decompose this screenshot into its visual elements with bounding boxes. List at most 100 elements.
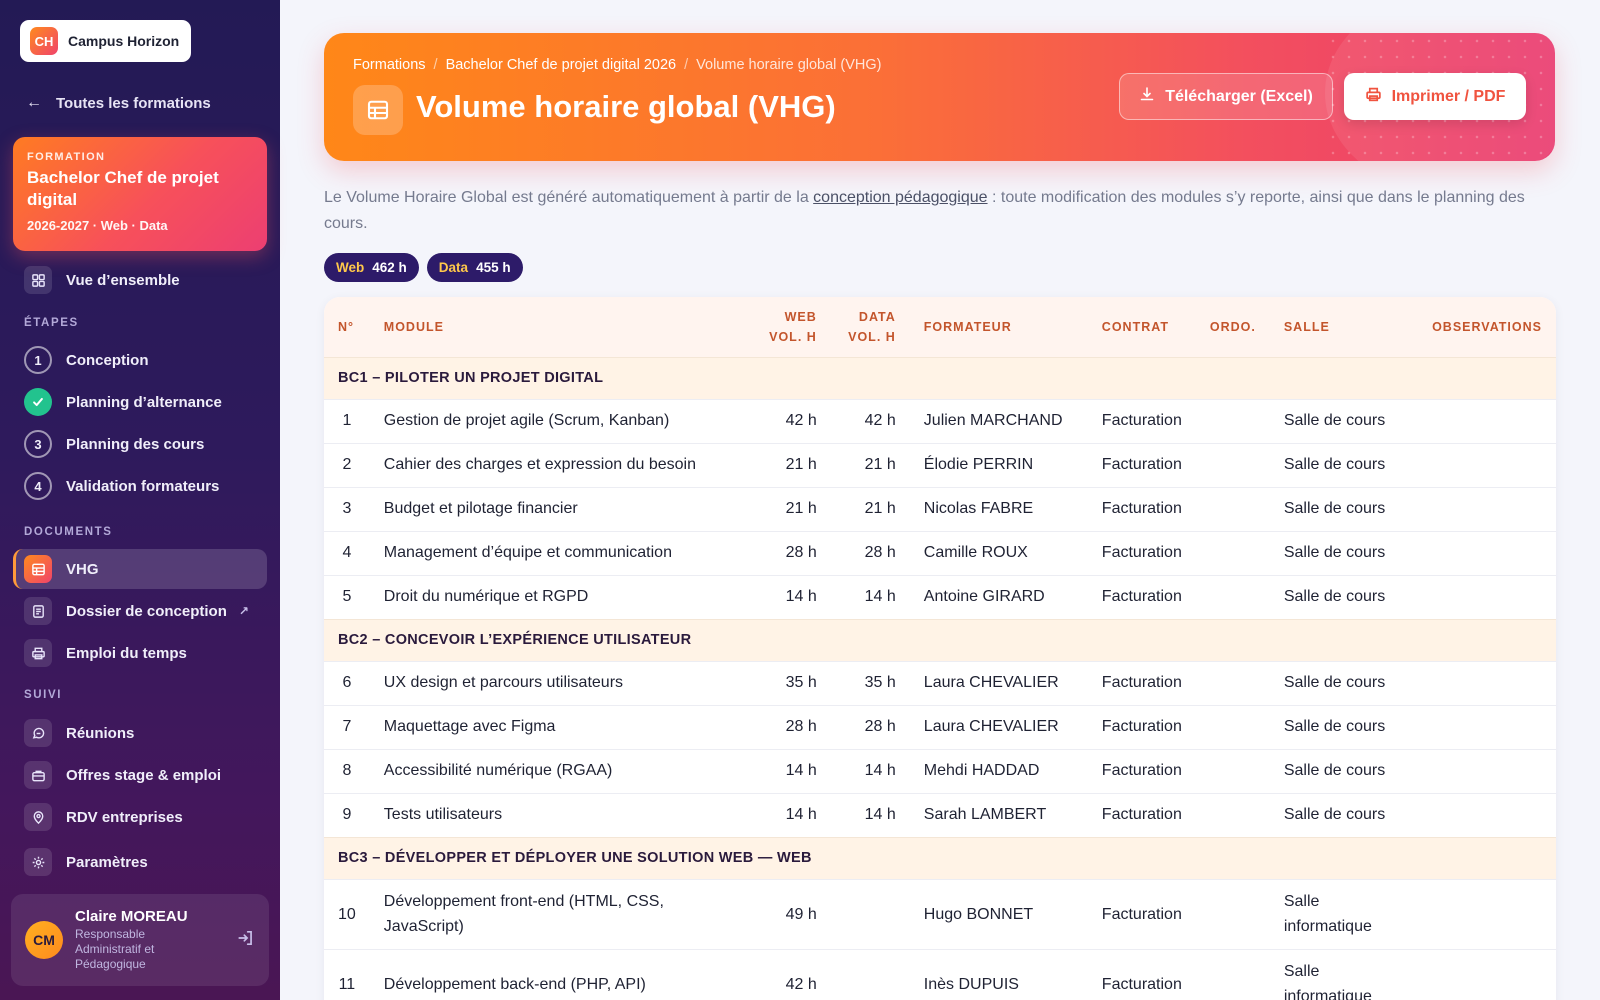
cell-observations [1411,878,1556,949]
check-icon [24,388,52,416]
printer-icon [1365,86,1382,108]
sidebar-item-parametres[interactable]: Paramètres [24,848,148,876]
cell-module: Cahier des charges et expression du beso… [369,442,752,487]
cell-contrat: Facturation [1087,442,1196,487]
formation-card[interactable]: FORMATION Bachelor Chef de projet digita… [13,137,267,251]
cell-formateur: Élodie PERRIN [909,442,1088,487]
cell-num: 2 [324,442,370,487]
sidebar-item-label: Planning des cours [66,435,205,453]
sidebar-item-emploi-du-temps[interactable]: Emploi du temps [24,639,187,667]
sidebar-item-offres-stage-emploi[interactable]: Offres stage & emploi [24,761,221,789]
sidebar-item-dossier-conception[interactable]: Dossier de conception ↗ [24,597,249,625]
table-header-row: N° MODULE WEB VOL. H DATA VOL. H FORMATEUR… [324,297,1556,357]
cell-web-hours: 14 h [751,574,831,619]
sidebar-item-rdv-entreprises[interactable]: RDV entreprises [24,803,183,831]
sidebar-item-planning-cours[interactable]: 3 Planning des cours [24,430,204,458]
cell-contrat: Facturation [1087,948,1196,1000]
back-to-formations-link[interactable]: ← Toutes les formations [26,94,211,112]
cell-data-hours: 21 h [830,442,910,487]
table-body: BC1 – PILOTER UN PROJET DIGITAL 1 Gestion … [324,356,1556,1000]
cell-data-hours: 35 h [830,660,910,705]
cell-web-hours: 42 h [751,948,831,1000]
conception-pedagogique-link[interactable]: conception pédagogique [813,189,987,206]
table-row[interactable]: 6 UX design et parcours utilisateurs 35 h3… [324,660,1556,705]
sidebar-item-label: Validation formateurs [66,477,220,495]
table-row[interactable]: 3 Budget et pilotage financier 21 h 21 h Nic… [324,486,1556,531]
breadcrumb-bachelor[interactable]: Bachelor Chef de projet digital 2026 [446,57,677,73]
cell-observations [1411,792,1556,837]
arrow-left-icon: ← [26,94,42,111]
grid-icon [24,266,52,294]
table-row[interactable]: 9 Tests utilisateurs 14 h 14 h Sarah LAMBERT… [324,792,1556,837]
cell-salle: Salle de cours [1269,530,1412,575]
table-row[interactable]: 5 Droit du numérique et RGPD 14 h 14 h Antoi… [324,574,1556,619]
page-title: Volume horaire global (VHG) [416,89,836,124]
col-header-observations: OBSERVATIONS [1432,319,1542,334]
group-title: BC2 – CONCEVOIR L’EXPÉRIENCE UTILISATEUR [324,618,1556,661]
logout-icon[interactable] [237,929,255,952]
total-badge-web: Web 462 h [324,253,419,282]
cell-web-hours: 28 h [751,530,831,575]
cell-formateur: Inès DUPUIS [909,948,1088,1000]
cell-ordo [1195,398,1270,443]
sidebar-item-validation-formateurs[interactable]: 4 Validation formateurs [24,472,219,500]
cell-formateur: Laura CHEVALIER [909,704,1088,749]
table-icon [24,555,52,583]
section-label-steps: ÉTAPES [24,317,79,329]
table-row[interactable]: 2 Cahier des charges et expression du bes… [324,442,1556,487]
totals-pills: Web 462 h Data 455 h [324,253,523,282]
cell-observations [1411,704,1556,749]
breadcrumb: Formations / Bachelor Chef de projet dig… [353,57,882,73]
cell-web-hours: 14 h [751,792,831,837]
col-header-data: DATA VOL. H [831,297,910,357]
cell-ordo [1195,748,1270,793]
cell-num: 7 [324,704,370,749]
printer-icon [24,639,52,667]
briefcase-icon [24,761,52,789]
cell-contrat: Facturation [1087,792,1196,837]
group-row: BC2 – CONCEVOIR L’EXPÉRIENCE UTILISATEUR [324,618,1556,661]
sidebar-item-planning-alternance[interactable]: Planning d’alternance [24,388,222,416]
external-link-icon: ↗ [238,604,249,618]
table-row[interactable]: 10 Développement front-end (HTML, CSS, Ja… [324,878,1556,949]
cell-module: Gestion de projet agile (Scrum, Kanban) [369,398,752,443]
brand-logo[interactable]: CH Campus Horizon [20,20,191,62]
user-profile-card[interactable]: CM Claire MOREAU Responsable Administrat… [11,894,269,986]
cell-module: Développement front-end (HTML, CSS, Java… [369,878,752,949]
sidebar-item-overview[interactable]: Vue d’ensemble [24,266,180,294]
table-row[interactable]: 1 Gestion de projet agile (Scrum, Kanban)… [324,398,1556,443]
gear-icon [24,848,52,876]
sidebar-item-conception[interactable]: 1 Conception [24,346,149,374]
intro-text-before: Le Volume Horaire Global est généré auto… [324,189,814,206]
location-pin-icon [24,803,52,831]
group-title: BC3 – DÉVELOPPER ET DÉPLOYER UNE SOLUTIO… [324,836,1556,879]
sidebar-item-vhg[interactable]: VHG [24,555,99,583]
col-header-web-line1: WEB [784,309,817,324]
cell-salle: Salle de cours [1269,748,1412,793]
sidebar-item-label: Dossier de conception [66,602,227,620]
cell-ordo [1195,704,1270,749]
table-row[interactable]: 7 Maquettage avec Figma 28 h 28 h Laura CHEV… [324,704,1556,749]
cell-module: Budget et pilotage financier [369,486,752,531]
cell-contrat: Facturation [1087,660,1196,705]
cell-web-hours: 21 h [751,486,831,531]
cell-data-hours: 42 h [830,398,910,443]
table-row[interactable]: 11 Développement back-end (PHP, API) 42 h I… [324,948,1556,1000]
sidebar-item-reunions[interactable]: Réunions [24,719,134,747]
breadcrumb-formations[interactable]: Formations [353,57,426,73]
cell-module: Droit du numérique et RGPD [369,574,752,619]
table-row[interactable]: 4 Management d’équipe et communication 28 … [324,530,1556,575]
download-excel-button[interactable]: Télécharger (Excel) [1119,73,1333,120]
cell-salle: Salle de cours [1269,792,1412,837]
avatar: CM [25,921,63,959]
sidebar-item-label: Emploi du temps [66,644,187,662]
cell-contrat: Facturation [1087,574,1196,619]
table-row[interactable]: 8 Accessibilité numérique (RGAA) 14 h 14 hM… [324,748,1556,793]
sidebar-item-label: Vue d’ensemble [66,271,180,289]
cell-salle: Salle de cours [1269,574,1412,619]
vhg-table-container: N° MODULE WEB VOL. H DATA VOL. H FORMATEUR… [324,297,1556,1000]
cell-contrat: Facturation [1087,878,1196,949]
cell-contrat: Facturation [1087,748,1196,793]
sidebar-item-label: RDV entreprises [66,808,183,826]
print-pdf-button[interactable]: Imprimer / PDF [1344,73,1526,120]
